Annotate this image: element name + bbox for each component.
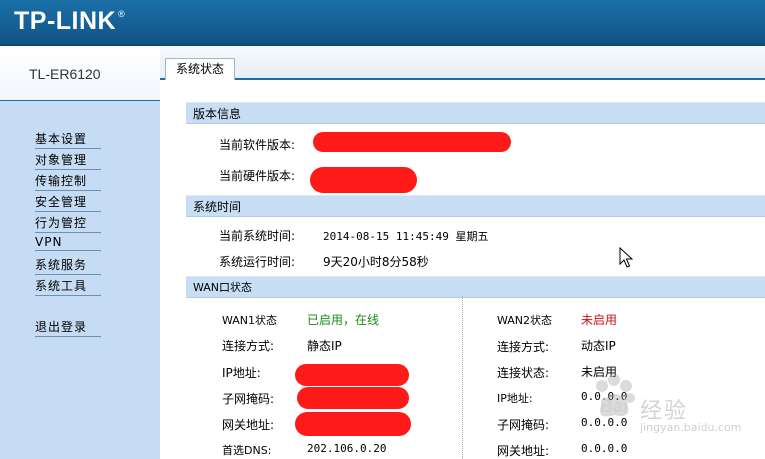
wan1-status-value: 已启用，在线 [307,313,380,327]
wan1-gateway-redaction [295,412,411,436]
wan2-gateway-value: 0.0.0.0 [581,442,628,455]
wan1-dns-value: 202.106.0.20 [307,442,387,455]
section-system-time: 系统时间 [186,195,765,217]
current-time-label: 当前系统时间: [219,229,296,243]
watermark-url: jingyan.baidu.com [640,421,742,434]
sidebar-item-system-services[interactable]: 系统服务 [35,256,101,275]
wan1-mask-label: 子网掩码: [222,392,275,406]
sidebar-item-behavior-control[interactable]: 行为管控 [35,214,101,233]
hardware-version-label: 当前硬件版本: [219,169,296,183]
logo-text: TP-LINK [14,7,117,35]
tp-link-logo: TP-LINK ® [14,7,125,36]
tab-strip: 系统状态 [160,46,765,80]
current-time-value: 2014-08-15 11:45:49 星期五 [323,230,489,243]
wan1-conn-label: 连接方式: [222,339,275,353]
section-version-info: 版本信息 [186,102,765,124]
wan1-status-label: WAN1状态 [222,314,278,327]
wan1-conn-value: 静态IP [307,339,342,353]
hardware-version-redaction [310,167,417,193]
wan2-mask-label: 子网掩码: [497,418,550,432]
watermark-brand: Bai [600,396,629,416]
sidebar-item-logout[interactable]: 退出登录 [35,318,101,337]
wan1-gateway-label: 网关地址: [222,418,275,432]
sidebar-item-vpn[interactable]: VPN [35,235,101,251]
sidebar: 基本设置 对象管理 传输控制 安全管理 行为管控 VPN 系统服务 系统工具 退… [0,101,160,459]
sidebar-item-system-tools[interactable]: 系统工具 [35,277,101,296]
wan2-gateway-label: 网关地址: [497,444,550,458]
tab-system-status[interactable]: 系统状态 [165,58,236,80]
sidebar-item-basic-settings[interactable]: 基本设置 [35,130,101,149]
wan2-ip-label: IP地址: [497,392,533,405]
wan1-mask-redaction [297,387,409,409]
sidebar-item-transmission-control[interactable]: 传输控制 [35,172,101,191]
sidebar-item-object-management[interactable]: 对象管理 [35,151,101,170]
uptime-label: 系统运行时间: [219,255,296,269]
wan1-ip-label: IP地址: [222,366,261,380]
wan-column-divider [462,296,463,459]
wan2-status-value: 未启用 [581,313,618,327]
wan2-status-label: WAN2状态 [497,314,553,327]
wan1-dns-label: 首选DNS: [222,444,272,457]
model-name: TL-ER6120 [29,66,101,82]
model-panel: TL-ER6120 [0,46,160,102]
wan1-ip-redaction [295,364,409,386]
registered-mark: ® [118,9,126,19]
section-wan-status: WAN口状态 [186,276,765,298]
sidebar-item-security[interactable]: 安全管理 [35,193,101,212]
mouse-cursor-icon [619,247,633,268]
uptime-value: 9天20小时8分58秒 [323,255,429,269]
wan2-conn-status-label: 连接状态: [497,366,550,380]
top-header: TP-LINK ® [0,0,765,46]
wan2-conn-value: 动态IP [581,339,616,353]
software-version-redaction [313,132,511,152]
software-version-label: 当前软件版本: [219,138,296,152]
wan2-conn-label: 连接方式: [497,340,550,354]
